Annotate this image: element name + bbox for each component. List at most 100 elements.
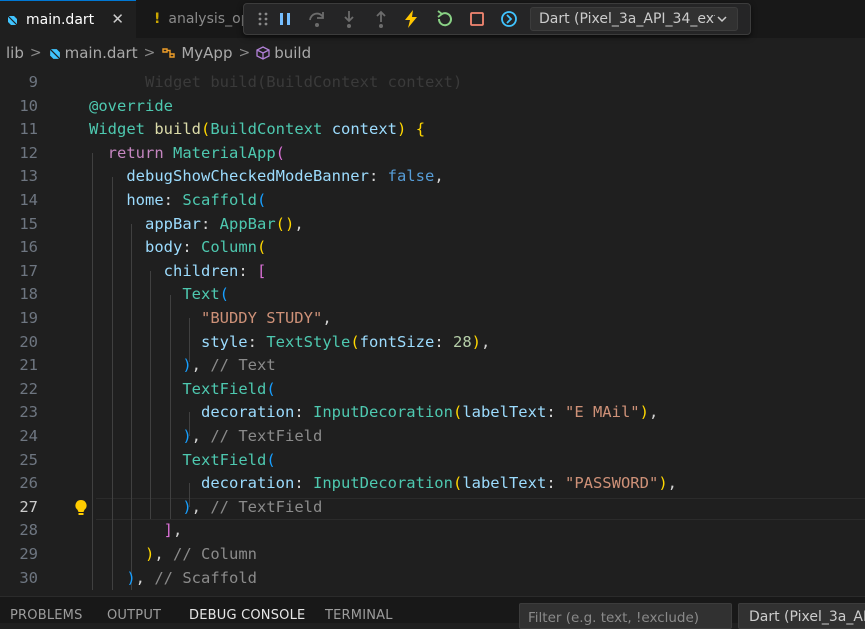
line-number: 11 xyxy=(19,120,38,139)
code-token: // TextField xyxy=(210,497,323,516)
code-token: : xyxy=(238,261,257,280)
code-token: , xyxy=(173,521,183,540)
devtools-icon[interactable] xyxy=(498,8,520,30)
code-line[interactable]: 14 home: Scaffold( xyxy=(0,189,865,213)
code-line[interactable]: 22 TextField( xyxy=(0,378,865,402)
stop-icon[interactable] xyxy=(466,8,488,30)
code-line[interactable]: 12 return MaterialApp( xyxy=(0,142,865,166)
chevron-down-icon xyxy=(717,16,727,23)
line-number: 10 xyxy=(19,96,38,115)
code-token: @override xyxy=(89,96,173,115)
code-text: ), // Column xyxy=(89,543,257,567)
code-line[interactable]: 16 body: Column( xyxy=(0,236,865,260)
breadcrumb-lib[interactable]: lib xyxy=(6,44,24,62)
breadcrumb-method-build[interactable]: build xyxy=(256,44,311,62)
debug-console-filter-input[interactable]: Filter (e.g. text, !exclude) xyxy=(519,603,732,629)
code-token: Column xyxy=(201,238,257,257)
code-text: ), // TextField xyxy=(89,425,322,449)
code-line[interactable]: 11 Widget build(BuildContext context) { xyxy=(0,118,865,142)
step-over-icon[interactable] xyxy=(306,8,328,30)
code-line[interactable]: 25 TextField( xyxy=(0,449,865,473)
code-token: : xyxy=(546,403,565,422)
step-into-icon[interactable] xyxy=(338,8,360,30)
code-token: [ xyxy=(256,261,267,280)
code-text: ), // TextField xyxy=(89,496,322,520)
code-line[interactable]: 26 decoration: InputDecoration(labelText… xyxy=(0,472,865,496)
code-line[interactable]: 18 Text( xyxy=(0,283,865,307)
pause-icon[interactable] xyxy=(274,8,296,30)
debug-toolbar: Dart (Pixel_3a_API_34_extension_level_7_… xyxy=(243,3,751,35)
code-token: appBar xyxy=(145,214,201,233)
line-number: 23 xyxy=(19,403,38,422)
code-token: "E MAil" xyxy=(564,403,640,422)
code-text: ), // Text xyxy=(89,354,275,378)
class-icon xyxy=(162,48,176,58)
code-line[interactable]: 23 decoration: InputDecoration(labelText… xyxy=(0,401,865,425)
code-token: ( xyxy=(350,332,360,351)
code-text: body: Column( xyxy=(89,236,266,260)
breadcrumb-main-dart[interactable]: main.dart xyxy=(48,44,138,62)
code-text: "BUDDY STUDY", xyxy=(89,307,332,331)
breadcrumb-label: main.dart xyxy=(64,44,138,62)
code-line[interactable]: 20 style: TextStyle(fontSize: 28), xyxy=(0,331,865,355)
code-line[interactable]: 29 ), // Column xyxy=(0,543,865,567)
breadcrumb-separator: > xyxy=(29,45,42,61)
code-line[interactable]: 27 ), // TextField xyxy=(0,496,865,520)
code-line[interactable]: 28 ], xyxy=(0,519,865,543)
code-line[interactable]: 30 ), // Scaffold xyxy=(0,567,865,591)
code-token: , xyxy=(667,474,677,493)
hot-reload-icon[interactable] xyxy=(400,8,422,30)
dart-file-icon xyxy=(49,48,60,59)
code-token: Widget xyxy=(89,120,145,139)
tab-output[interactable]: OUTPUT xyxy=(107,608,161,623)
code-token: InputDecoration xyxy=(312,474,453,493)
code-text: Text( xyxy=(89,283,229,307)
tab-analysis-options[interactable]: ! analysis_options.yaml xyxy=(136,0,322,38)
line-number: 30 xyxy=(19,568,38,587)
code-line[interactable]: 21 ), // Text xyxy=(0,354,865,378)
breadcrumb-label: lib xyxy=(6,44,24,62)
code-line[interactable]: 17 children: [ xyxy=(0,260,865,284)
code-token: ) xyxy=(182,497,192,516)
tab-main-dart[interactable]: main.dart ✕ xyxy=(0,0,136,38)
tab-problems[interactable]: PROBLEMS xyxy=(10,608,83,623)
debug-session-select[interactable]: Dart (Pixel_3a_API_34_extension_level_7_… xyxy=(738,603,865,629)
code-token: return xyxy=(107,143,164,162)
close-icon[interactable]: ✕ xyxy=(111,10,124,28)
code-token: fontSize xyxy=(359,332,435,351)
code-line[interactable]: 9 Widget build(BuildContext context) xyxy=(0,71,865,95)
code-token: , xyxy=(481,332,491,351)
code-token: debugShowCheckedModeBanner xyxy=(126,167,369,186)
line-number: 18 xyxy=(19,285,38,304)
method-icon xyxy=(256,46,270,60)
code-line[interactable]: 19 "BUDDY STUDY", xyxy=(0,307,865,331)
code-token: , xyxy=(191,497,211,516)
code-text: Widget build(BuildContext context) { xyxy=(89,118,425,142)
code-line[interactable]: 13 debugShowCheckedModeBanner: false, xyxy=(0,165,865,189)
code-token: ( xyxy=(256,191,267,209)
code-token: : xyxy=(247,332,267,351)
code-token: body xyxy=(145,238,183,257)
code-editor[interactable]: 9 Widget build(BuildContext context) 10 @o… xyxy=(0,66,865,596)
breadcrumb-label: build xyxy=(274,44,312,62)
breadcrumb-separator: > xyxy=(143,45,156,61)
step-out-icon[interactable] xyxy=(370,8,392,30)
code-line[interactable]: 24 ), // TextField xyxy=(0,425,865,449)
drag-handle-icon[interactable] xyxy=(252,8,274,30)
line-number: 19 xyxy=(19,309,38,327)
code-line[interactable]: 15 appBar: AppBar(), xyxy=(0,213,865,237)
breadcrumb-class-myapp[interactable]: MyApp xyxy=(161,44,232,62)
tab-terminal[interactable]: TERMINAL xyxy=(325,608,393,623)
code-line[interactable]: 10 @override xyxy=(0,95,865,119)
restart-icon[interactable] xyxy=(434,8,456,30)
tab-debug-console[interactable]: DEBUG CONSOLE xyxy=(189,608,305,623)
debug-device-select[interactable]: Dart (Pixel_3a_API_34_extension_level_7_… xyxy=(530,7,738,31)
